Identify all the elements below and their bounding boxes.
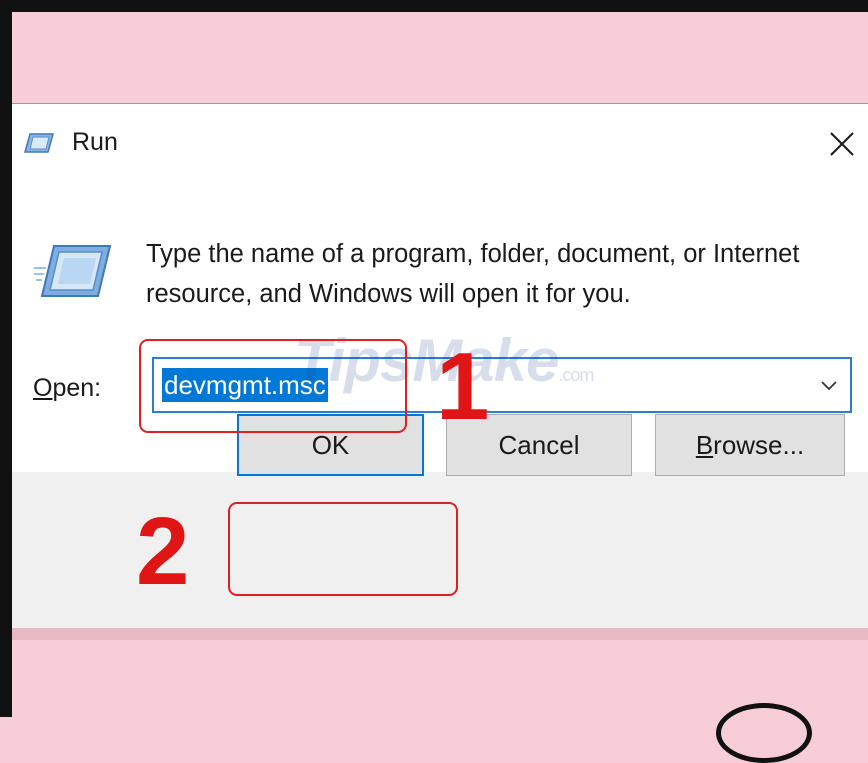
- browse-accesskey: B: [695, 429, 714, 460]
- background-band: [12, 628, 868, 640]
- annotation-number-2: 2: [136, 498, 190, 605]
- title-bar: Run: [12, 104, 868, 180]
- annotation-box-step2: [228, 502, 458, 596]
- annotation-box-step1: [139, 339, 407, 433]
- close-icon[interactable]: [822, 124, 862, 164]
- dialog-title: Run: [72, 128, 118, 156]
- browse-label: rowse...: [713, 429, 805, 460]
- watermark-domain: .com: [558, 365, 594, 385]
- description-text: Type the name of a program, folder, docu…: [146, 240, 800, 308]
- open-label: Open:: [33, 374, 101, 403]
- open-label-text: pen:: [52, 374, 102, 402]
- chevron-down-icon[interactable]: [814, 369, 844, 401]
- browse-button[interactable]: Browse...: [655, 414, 845, 476]
- photo-frame-top: [0, 0, 868, 12]
- partial-circle-decoration: [716, 703, 812, 763]
- run-icon: [24, 133, 54, 153]
- annotation-number-1: 1: [436, 333, 490, 440]
- photo-frame-left: [0, 0, 12, 717]
- run-large-icon: [34, 245, 112, 297]
- open-label-accesskey: O: [33, 374, 53, 402]
